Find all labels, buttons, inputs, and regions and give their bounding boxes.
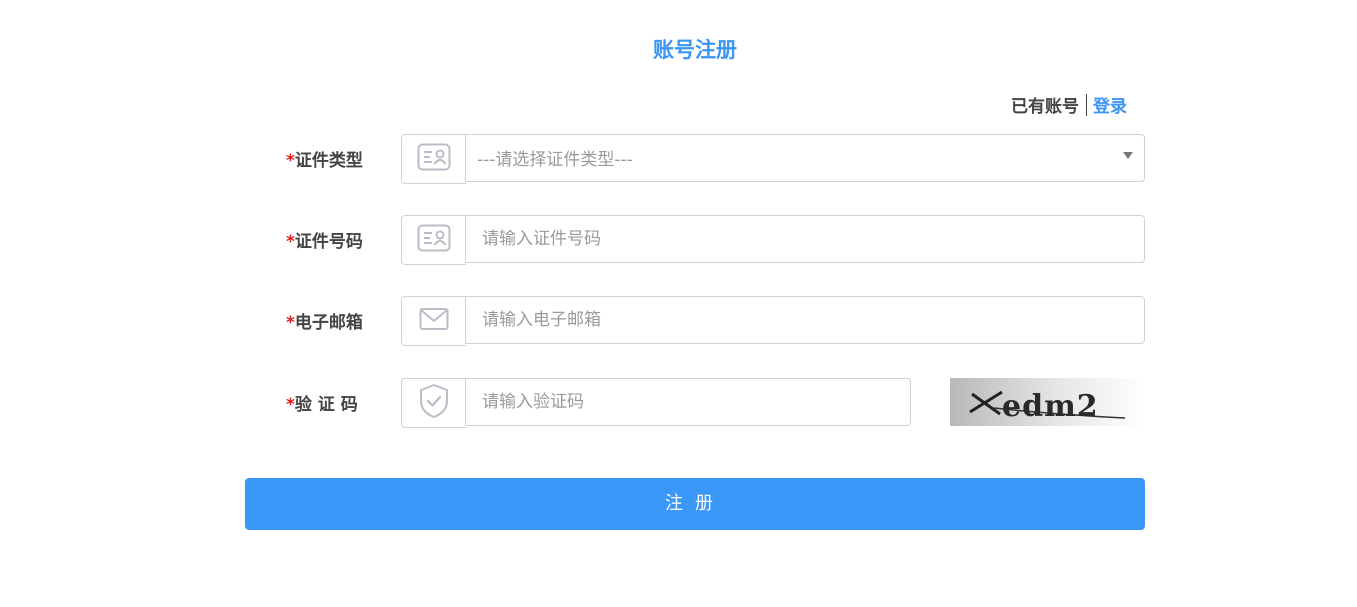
divider	[1086, 93, 1087, 116]
id-number-label: *证件号码	[286, 227, 363, 252]
email-input[interactable]	[466, 297, 1144, 343]
required-mark: *	[286, 313, 295, 333]
captcha-image[interactable]: edm2	[950, 378, 1145, 426]
required-mark: *	[286, 232, 295, 252]
id-number-label-text: 证件号码	[294, 232, 363, 252]
id-number-input[interactable]	[466, 216, 1144, 262]
email-label-text: 电子邮箱	[294, 313, 363, 333]
id-type-select[interactable]: ---请选择证件类型---	[465, 134, 1145, 182]
id-card-icon	[417, 224, 451, 256]
id-type-label-text: 证件类型	[294, 151, 363, 171]
email-label: *电子邮箱	[286, 308, 363, 333]
id-number-icon-box	[401, 215, 466, 265]
captcha-label-text: 验 证 码	[294, 395, 358, 415]
register-button[interactable]: 注册	[245, 478, 1145, 530]
envelope-icon	[419, 307, 449, 335]
captcha-image-text: edm2	[1002, 389, 1099, 424]
required-mark: *	[286, 151, 295, 171]
shield-check-icon	[418, 383, 450, 423]
login-prompt: 已有账号 登录	[1011, 92, 1127, 117]
id-card-icon	[417, 143, 451, 175]
id-type-icon-box	[401, 134, 466, 184]
email-icon-box	[401, 296, 466, 346]
captcha-icon-box	[401, 378, 466, 428]
chevron-down-icon	[1123, 152, 1133, 159]
id-number-field	[465, 215, 1145, 263]
id-type-select-value: ---请选择证件类型---	[477, 150, 633, 170]
email-field	[465, 296, 1145, 344]
captcha-input[interactable]	[466, 379, 910, 425]
id-type-label: *证件类型	[286, 146, 363, 171]
captcha-row: *验 证 码 edm2	[0, 378, 1357, 428]
required-mark: *	[286, 395, 295, 415]
page-title: 账号注册	[653, 38, 737, 62]
have-account-text: 已有账号	[1011, 97, 1079, 117]
captcha-label: *验 证 码	[286, 390, 358, 415]
login-link[interactable]: 登录	[1093, 92, 1127, 117]
captcha-field	[465, 378, 911, 426]
